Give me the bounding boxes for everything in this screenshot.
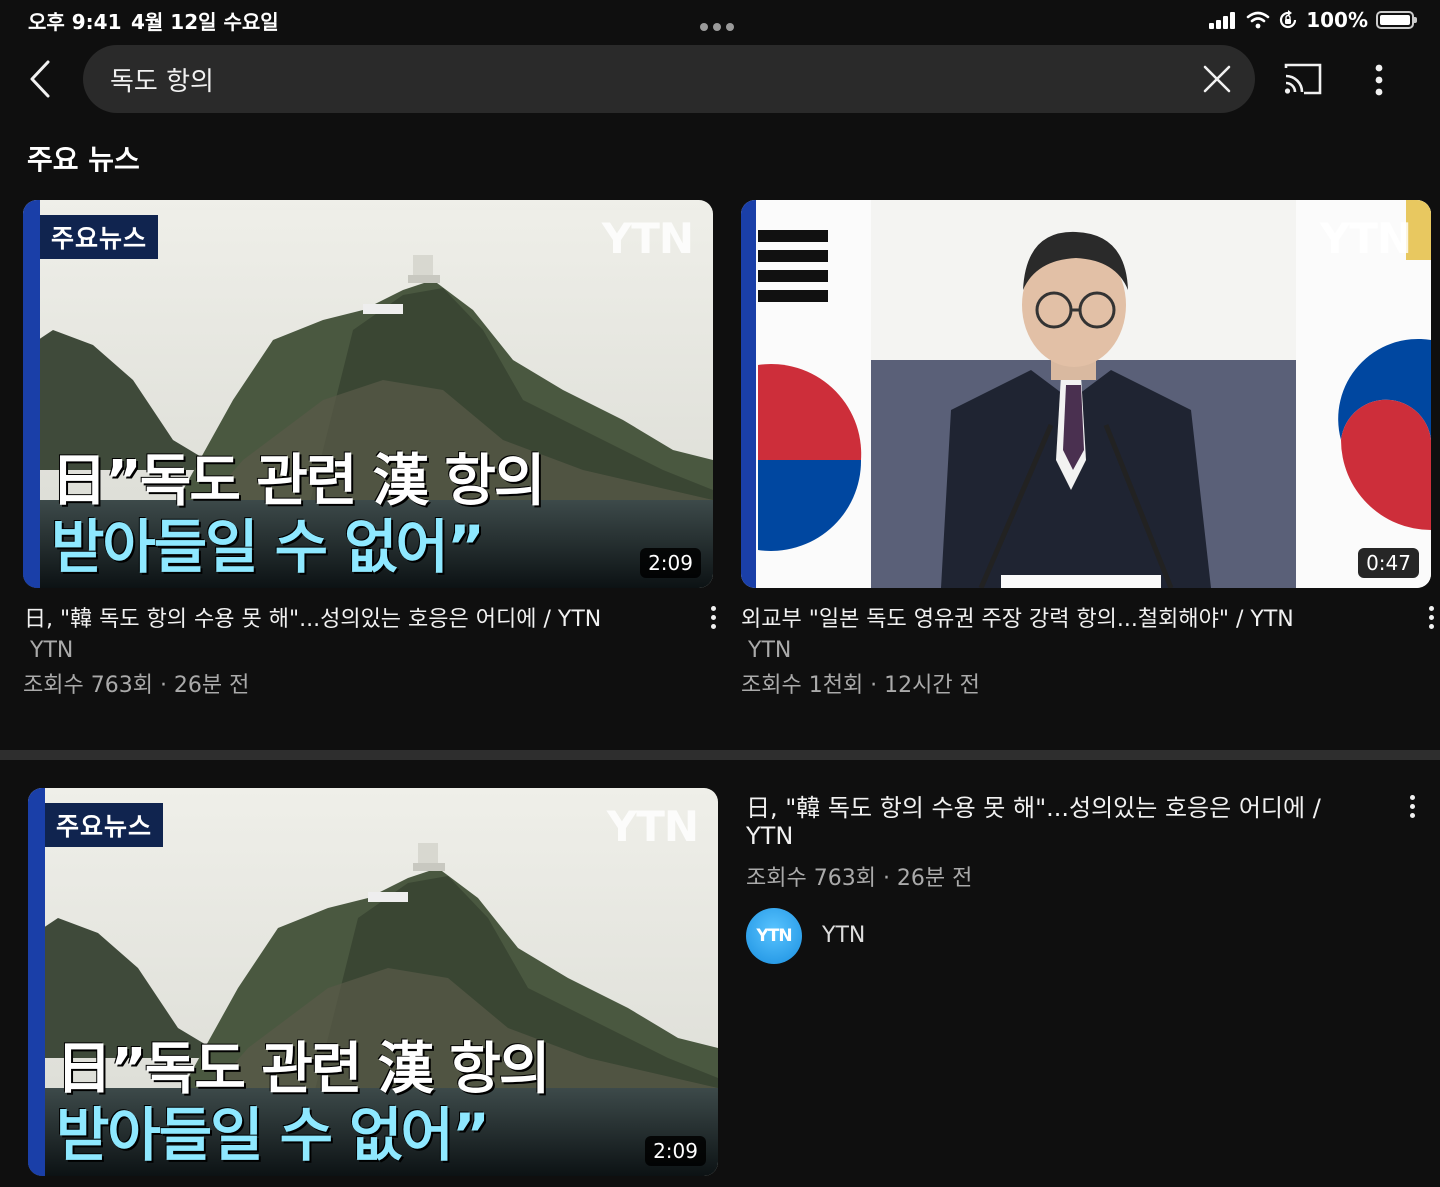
featured-title-line1[interactable]: 日, "韓 독도 항의 수용 못 해"...성의있는 호응은 어디에 / (746, 788, 1321, 823)
status-time: 오후 9:41 (28, 10, 122, 34)
video-menu-button[interactable] (708, 606, 718, 636)
featured-video-thumbnail[interactable]: 주요뉴스 YTN 日”독도 관련 漢 항의 받아들일 수 없어” 2:09 (28, 788, 718, 1176)
thumb-accent-strip (28, 788, 45, 1176)
search-box[interactable] (83, 45, 1255, 113)
duration-badge: 2:09 (645, 1136, 706, 1166)
thumb-tag: 주요뉴스 (40, 215, 159, 259)
featured-title-line2[interactable]: YTN (746, 822, 793, 850)
search-input[interactable] (110, 45, 1160, 113)
video-meta: 조회수 1천회 · 12시간 전 (741, 673, 980, 698)
chevron-left-icon (30, 60, 50, 98)
status-date: 4월 12일 수요일 (131, 10, 279, 34)
video-meta: 조회수 763회 · 26분 전 (23, 673, 250, 698)
clear-search-button[interactable] (1199, 61, 1235, 97)
channel-avatar[interactable]: YTN (746, 908, 802, 964)
cast-icon (1284, 63, 1322, 95)
ytn-watermark: YTN (601, 214, 694, 263)
ytn-watermark: YTN (1319, 214, 1412, 263)
ytn-watermark: YTN (606, 802, 699, 851)
duration-badge: 2:09 (640, 548, 701, 578)
more-options-button[interactable] (1362, 60, 1396, 100)
video-menu-button[interactable] (1426, 606, 1436, 636)
rotation-lock-icon (1280, 10, 1297, 29)
section-divider (0, 750, 1440, 760)
thumb-accent-strip (23, 200, 40, 588)
video-thumbnail[interactable]: YTN 0:47 (741, 200, 1431, 588)
duration-badge: 0:47 (1358, 548, 1419, 578)
more-vertical-icon (1375, 64, 1383, 96)
featured-menu-button[interactable] (1407, 795, 1417, 825)
section-title: 주요 뉴스 (27, 143, 140, 176)
video-thumbnail[interactable]: 주요뉴스 YTN 日”독도 관련 漢 항의 받아들일 수 없어” 2:09 (23, 200, 713, 588)
status-indicators: 100% (1208, 6, 1417, 34)
channel-name[interactable]: YTN (30, 638, 73, 663)
wifi-icon (1246, 11, 1270, 29)
close-icon (1203, 65, 1231, 93)
cast-button[interactable] (1282, 60, 1324, 98)
featured-meta: 조회수 763회 · 26분 전 (746, 866, 973, 891)
video-title[interactable]: 日, "韓 독도 항의 수용 못 해"...성의있는 호응은 어디에 / YTN (24, 601, 601, 633)
thumb-caption-line2: 받아들일 수 없어” (56, 1101, 490, 1169)
video-title[interactable]: 외교부 "일본 독도 영유권 주장 강력 항의...철회해야" / YTN (741, 601, 1294, 633)
channel-name[interactable]: YTN (748, 638, 791, 663)
cellular-signal-icon (1209, 12, 1236, 29)
battery-percentage: 100% (1306, 8, 1368, 32)
back-button[interactable] (26, 58, 58, 100)
featured-channel-name[interactable]: YTN (822, 923, 865, 948)
thumb-tag: 주요뉴스 (45, 803, 164, 847)
battery-icon (1376, 11, 1417, 29)
multitasking-dots-icon[interactable] (700, 16, 740, 31)
thumb-caption-line2: 받아들일 수 없어” (51, 513, 485, 581)
